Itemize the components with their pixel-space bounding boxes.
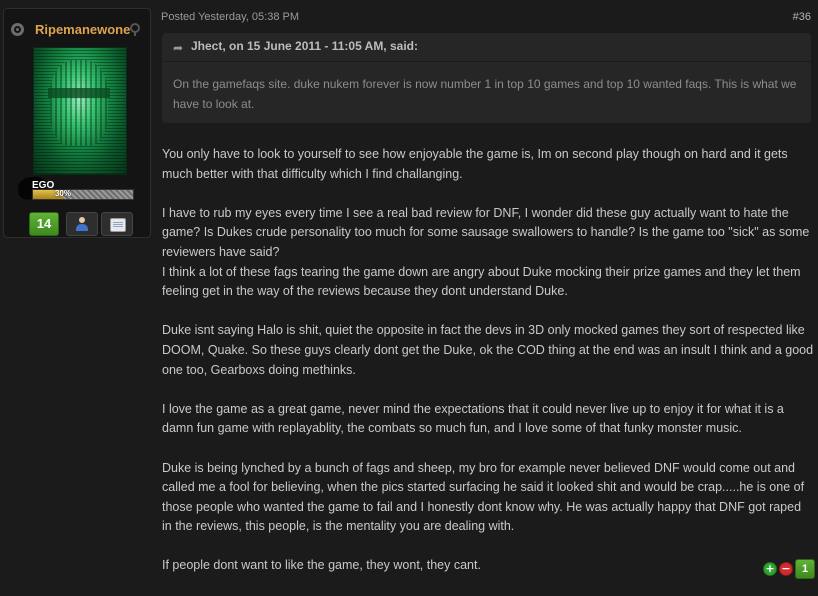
post-number-link[interactable]: #36 bbox=[793, 11, 811, 23]
view-profile-button[interactable] bbox=[66, 212, 98, 236]
post-paragraph: I think a lot of these fags tearing the … bbox=[162, 264, 801, 299]
send-message-button[interactable] bbox=[101, 212, 133, 236]
quote-block: ➦ Jhect, on 15 June 2011 - 11:05 AM, sai… bbox=[162, 33, 811, 123]
vote-up-button[interactable]: + bbox=[763, 562, 777, 576]
quote-text: On the gamefaqs site. duke nukem forever… bbox=[173, 77, 797, 111]
quote-arrow-icon[interactable]: ➦ bbox=[173, 41, 183, 55]
reputation-badge[interactable]: 14 bbox=[29, 212, 59, 236]
post-paragraph: You only have to look to yourself to see… bbox=[162, 147, 788, 181]
author-panel: Ripemanewone EGO 30% 14 bbox=[3, 8, 151, 238]
quote-citation: Jhect, on 15 June 2011 - 11:05 AM, said: bbox=[191, 39, 418, 53]
post-paragraph: Duke isnt saying Halo is shit, quiet the… bbox=[162, 323, 814, 377]
profile-icon bbox=[75, 216, 89, 232]
ego-track: 30% bbox=[32, 189, 134, 200]
quote-header: ➦ Jhect, on 15 June 2011 - 11:05 AM, sai… bbox=[162, 33, 811, 62]
post-timestamp: Posted Yesterday, 05:38 PM bbox=[161, 11, 299, 23]
offline-status-icon bbox=[130, 23, 140, 36]
post-body: You only have to look to yourself to see… bbox=[162, 145, 814, 596]
post-paragraph: I love the game as a great game, never m… bbox=[162, 401, 784, 436]
post-paragraph: I have to rub my eyes every time I see a… bbox=[162, 205, 810, 259]
message-icon bbox=[110, 218, 126, 232]
ego-meter: EGO 30% bbox=[16, 175, 134, 201]
author-username[interactable]: Ripemanewone bbox=[35, 22, 130, 37]
post-paragraph: Duke is being lynched by a bunch of fags… bbox=[162, 460, 805, 534]
ego-percent: 30% bbox=[54, 189, 71, 198]
author-avatar[interactable] bbox=[33, 47, 127, 175]
rating-count: 1 bbox=[795, 559, 815, 579]
vote-down-button[interactable]: − bbox=[779, 562, 793, 576]
post-paragraph: If people dont want to like the game, th… bbox=[162, 558, 481, 573]
radiation-icon bbox=[11, 23, 24, 36]
